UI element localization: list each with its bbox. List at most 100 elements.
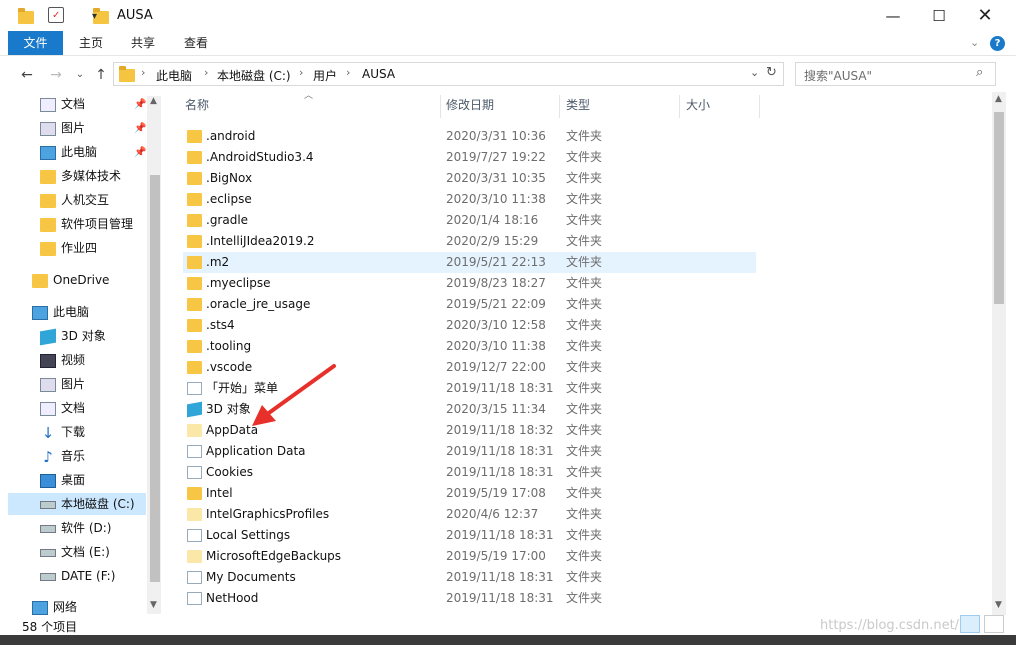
file-type: 文件夹 — [566, 276, 603, 290]
nav-item-videos[interactable]: 视频 — [40, 349, 85, 371]
nav-item-multimedia[interactable]: 多媒体技术 — [40, 165, 121, 187]
recent-chevron-icon[interactable]: ⌄ — [70, 65, 90, 85]
column-header-name[interactable]: 名称 — [185, 92, 209, 118]
table-row[interactable]: .IntelliJIdea2019.2 2020/2/9 15:29 文件夹 — [183, 231, 756, 252]
nav-item-3d-objects[interactable]: 3D 对象 — [40, 325, 106, 347]
breadcrumb-local-disk[interactable]: 本地磁盘 (C:) — [217, 67, 291, 84]
table-row[interactable]: .m2 2019/5/21 22:13 文件夹 — [183, 252, 756, 273]
file-date: 2019/11/18 18:31 — [446, 528, 554, 542]
content-scrollbar-thumb[interactable] — [994, 112, 1004, 304]
pin-icon[interactable]: 📌 — [134, 147, 146, 158]
tab-share[interactable]: 共享 — [130, 31, 156, 55]
file-date: 2020/3/31 10:36 — [446, 129, 546, 143]
cube-icon — [187, 401, 202, 418]
table-row[interactable]: .AndroidStudio3.4 2019/7/27 19:22 文件夹 — [183, 147, 756, 168]
table-row[interactable]: My Documents 2019/11/18 18:31 文件夹 — [183, 567, 756, 588]
forward-arrow-icon[interactable]: → — [46, 65, 66, 85]
column-separator[interactable] — [679, 95, 680, 118]
nav-item-desktop[interactable]: 桌面 — [40, 469, 85, 491]
nav-item-drive-e[interactable]: 文档 (E:) — [40, 541, 110, 563]
search-input[interactable]: 搜索"AUSA" ⌕ — [795, 62, 996, 86]
nav-item-this-pc-quick[interactable]: 此电脑 — [40, 141, 97, 163]
folder-icon — [187, 214, 202, 227]
back-arrow-icon[interactable]: ← — [17, 65, 37, 85]
table-row[interactable]: 3D 对象 2020/3/15 11:34 文件夹 — [183, 399, 756, 420]
large-icons-view-icon[interactable] — [984, 615, 1004, 633]
drive-icon — [40, 548, 56, 557]
column-separator[interactable] — [759, 95, 760, 118]
table-row[interactable]: Cookies 2019/11/18 18:31 文件夹 — [183, 462, 756, 483]
table-row[interactable]: .eclipse 2020/3/10 11:38 文件夹 — [183, 189, 756, 210]
table-row[interactable]: Intel 2019/5/19 17:08 文件夹 — [183, 483, 756, 504]
nav-scrollbar-thumb[interactable] — [150, 175, 160, 582]
table-row[interactable]: .gradle 2020/1/4 18:16 文件夹 — [183, 210, 756, 231]
minimize-button[interactable]: — — [870, 0, 916, 31]
tab-view[interactable]: 查看 — [183, 31, 209, 55]
scroll-up-icon[interactable]: ▲ — [995, 94, 1002, 104]
chevron-down-icon[interactable]: ⌄ — [970, 36, 979, 49]
table-row[interactable]: Local Settings 2019/11/18 18:31 文件夹 — [183, 525, 756, 546]
chevron-down-icon[interactable]: ⌄ — [750, 66, 759, 79]
pin-icon[interactable]: 📌 — [134, 99, 146, 110]
table-row[interactable]: IntelGraphicsProfiles 2020/4/6 12:37 文件夹 — [183, 504, 756, 525]
breadcrumb-this-pc[interactable]: 此电脑 — [156, 67, 192, 84]
network-icon — [32, 600, 48, 615]
table-row[interactable]: MicrosoftEdgeBackups 2019/5/19 17:00 文件夹 — [183, 546, 756, 567]
column-header-date[interactable]: 修改日期 — [446, 92, 494, 118]
nav-item-project-mgmt[interactable]: 软件项目管理 — [40, 213, 133, 235]
refresh-icon[interactable]: ↻ — [766, 65, 777, 80]
column-header-size[interactable]: 大小 — [686, 92, 710, 118]
nav-item-local-disk-c[interactable]: 本地磁盘 (C:) — [8, 493, 146, 515]
nav-item-hci[interactable]: 人机交互 — [40, 189, 109, 211]
column-separator[interactable] — [559, 95, 560, 118]
nav-item-documents[interactable]: 文档 — [40, 93, 85, 115]
nav-item-music[interactable]: ♪ 音乐 — [40, 445, 85, 467]
drive-icon — [40, 500, 56, 509]
nav-item-documents-pc[interactable]: 文档 — [40, 397, 85, 419]
table-row[interactable]: .myeclipse 2019/8/23 18:27 文件夹 — [183, 273, 756, 294]
nav-item-homework4[interactable]: 作业四 — [40, 237, 97, 259]
table-row[interactable]: .oracle_jre_usage 2019/5/21 22:09 文件夹 — [183, 294, 756, 315]
column-separator[interactable] — [440, 95, 441, 118]
file-type: 文件夹 — [566, 339, 603, 353]
scroll-down-icon[interactable]: ▼ — [995, 600, 1002, 610]
file-date: 2020/3/15 11:34 — [446, 402, 546, 416]
details-view-icon[interactable] — [960, 615, 980, 633]
file-type: 文件夹 — [566, 549, 603, 563]
nav-item-onedrive[interactable]: OneDrive — [32, 269, 109, 291]
help-icon[interactable]: ? — [990, 36, 1005, 51]
chevron-down-icon[interactable]: ▾ — [92, 7, 97, 25]
scroll-down-icon[interactable]: ▼ — [150, 600, 157, 610]
file-type: 文件夹 — [566, 171, 603, 185]
address-bar[interactable]: › 此电脑 › 本地磁盘 (C:) › 用户 › AUSA ⌄ ↻ — [113, 62, 784, 86]
table-row[interactable]: .android 2020/3/31 10:36 文件夹 — [183, 126, 756, 147]
tab-file[interactable]: 文件 — [8, 31, 63, 55]
table-row[interactable]: 「开始」菜单 2019/11/18 18:31 文件夹 — [183, 378, 756, 399]
table-row[interactable]: .BigNox 2020/3/31 10:35 文件夹 — [183, 168, 756, 189]
breadcrumb-ausa[interactable]: AUSA — [362, 67, 395, 81]
breadcrumb-users[interactable]: 用户 — [313, 67, 337, 84]
table-row[interactable]: AppData 2019/11/18 18:32 文件夹 — [183, 420, 756, 441]
nav-item-drive-f[interactable]: DATE (F:) — [40, 565, 115, 587]
table-row[interactable]: NetHood 2019/11/18 18:31 文件夹 — [183, 588, 756, 609]
column-header-type[interactable]: 类型 — [566, 92, 590, 118]
table-row[interactable]: .vscode 2019/12/7 22:00 文件夹 — [183, 357, 756, 378]
nav-item-this-pc[interactable]: 此电脑 — [32, 301, 89, 323]
nav-item-drive-d[interactable]: 软件 (D:) — [40, 517, 111, 539]
nav-item-pictures-pc[interactable]: 图片 — [40, 373, 85, 395]
nav-item-downloads[interactable]: ↓ 下载 — [40, 421, 85, 443]
tab-home[interactable]: 主页 — [78, 31, 104, 55]
table-row[interactable]: .tooling 2020/3/10 11:38 文件夹 — [183, 336, 756, 357]
up-arrow-icon[interactable]: ↑ — [91, 65, 111, 85]
file-type: 文件夹 — [566, 486, 603, 500]
nav-item-pictures[interactable]: 图片 — [40, 117, 85, 139]
close-button[interactable]: ✕ — [962, 0, 1008, 31]
scroll-up-icon[interactable]: ▲ — [150, 96, 157, 106]
pin-icon[interactable]: 📌 — [134, 123, 146, 134]
file-date: 2020/3/10 11:38 — [446, 339, 546, 353]
table-row[interactable]: Application Data 2019/11/18 18:31 文件夹 — [183, 441, 756, 462]
table-row[interactable]: .sts4 2020/3/10 12:58 文件夹 — [183, 315, 756, 336]
file-name: Local Settings — [206, 528, 291, 542]
properties-icon[interactable]: ✓ — [48, 7, 64, 23]
maximize-button[interactable]: ☐ — [916, 0, 962, 31]
